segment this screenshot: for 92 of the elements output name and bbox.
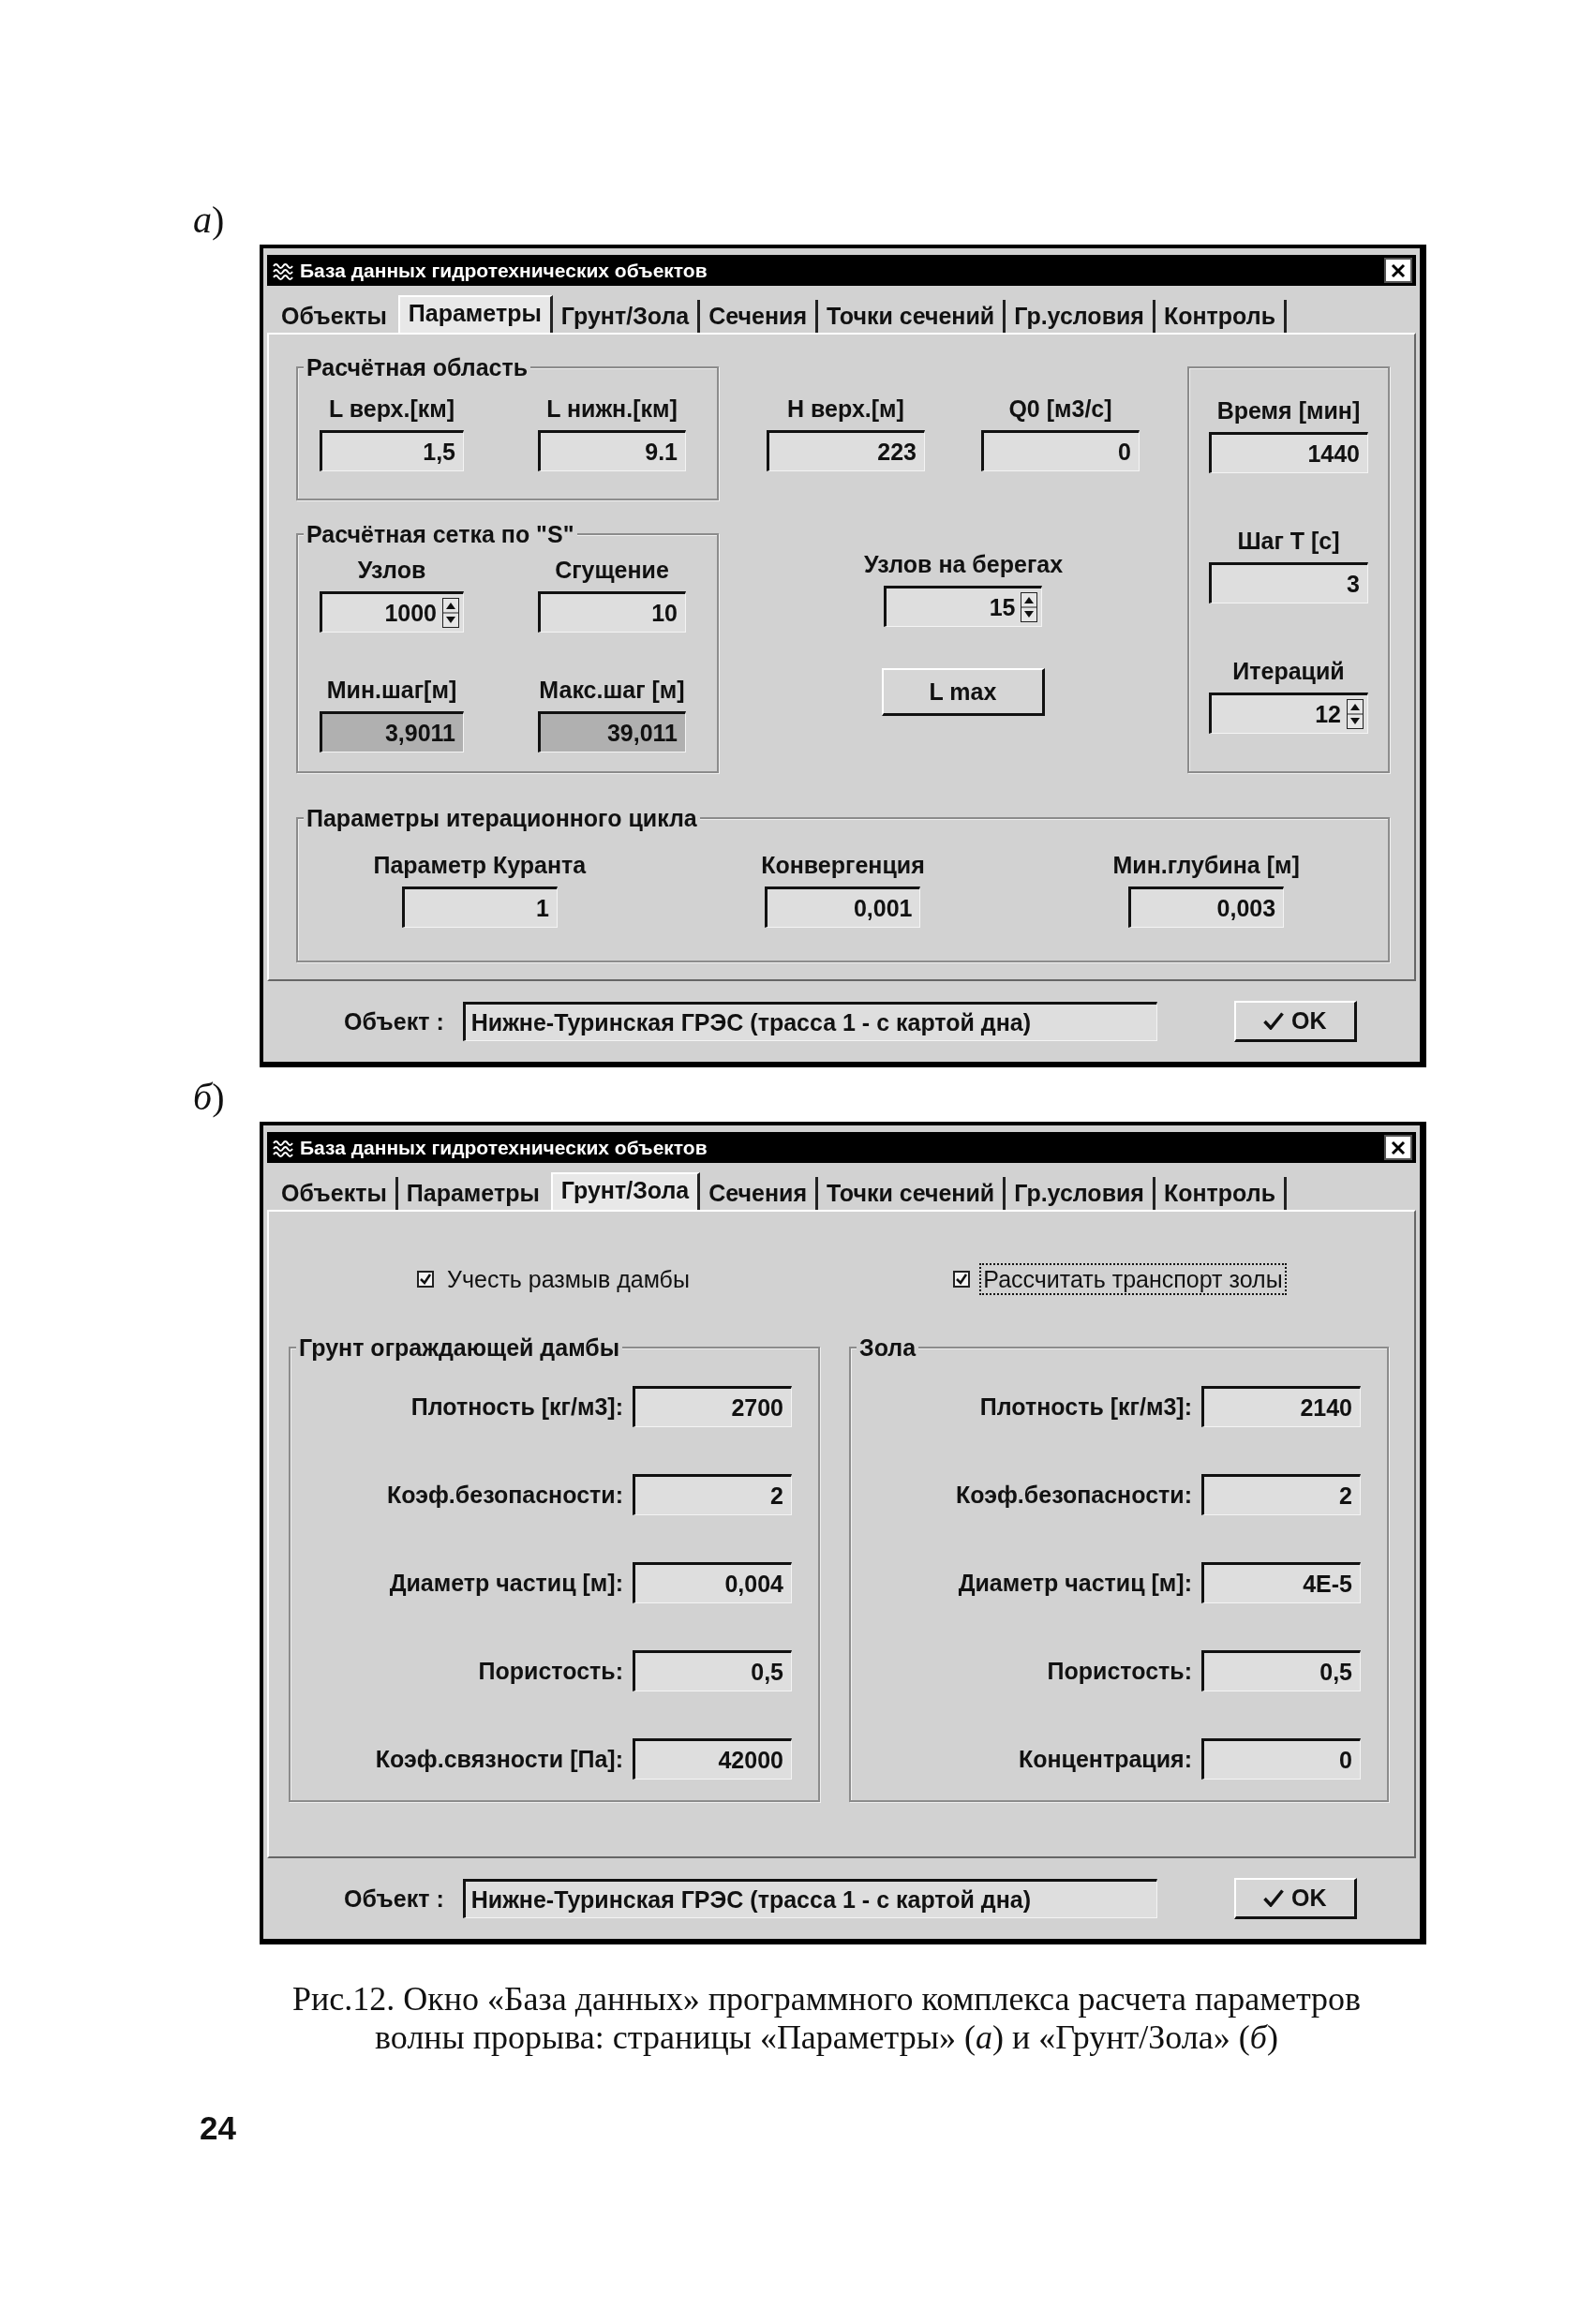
input-field[interactable]: 0,5 xyxy=(633,1650,792,1691)
close-button[interactable] xyxy=(1384,1135,1412,1160)
input-field[interactable]: 223 xyxy=(767,430,925,471)
field-label: Макс.шаг [м] xyxy=(539,676,685,704)
checkbox-label[interactable]: Учесть размыв дамбы xyxy=(445,1265,692,1293)
tab[interactable]: Грунт/Зола xyxy=(550,1172,701,1210)
field-label: Объект : xyxy=(344,1007,444,1035)
close-icon xyxy=(1391,262,1406,278)
tab[interactable]: Сечения xyxy=(700,1177,819,1210)
input-field[interactable]: 9.1 xyxy=(538,430,686,471)
check-icon xyxy=(1262,1012,1284,1030)
checkbox[interactable] xyxy=(953,1271,971,1288)
field-label: Пористость: xyxy=(478,1657,623,1685)
tab[interactable]: Контроль xyxy=(1155,300,1287,333)
input-field[interactable]: 2 xyxy=(633,1474,792,1515)
close-button[interactable] xyxy=(1384,258,1412,283)
field-label: Коэф.безопасности: xyxy=(386,1481,623,1509)
field-label: Итераций xyxy=(1232,657,1345,685)
tab[interactable]: Гр.условия xyxy=(1006,300,1155,333)
checkbox-label[interactable]: Рассчитать транспорт золы xyxy=(981,1265,1285,1293)
tab[interactable]: Грунт/Зола xyxy=(552,300,701,333)
field-label: Узлов xyxy=(357,556,426,584)
input-field[interactable]: 0,004 xyxy=(633,1562,792,1603)
input-field[interactable]: 4E-5 xyxy=(1201,1562,1361,1603)
input-field[interactable]: 1 xyxy=(401,886,558,928)
input-field[interactable]: 0,5 xyxy=(1201,1650,1361,1691)
figure-label: а) xyxy=(193,200,225,241)
field-label: Плотность [кг/м3]: xyxy=(979,1393,1192,1421)
object-field[interactable]: Нижне-Туринская ГРЭС (трасса 1 - с картой дна) xyxy=(462,1879,1157,1918)
tab[interactable]: Объекты xyxy=(273,300,398,333)
figure-caption: Рис.12. Окно «База данных» программного комплекса расчета параметров волны прорыва: страницы «Параметры» (а) и «Грунт/Зола» (б) xyxy=(291,1980,1363,2057)
field-label: Коэф.безопасности: xyxy=(955,1481,1192,1509)
input-field[interactable]: 0,003 xyxy=(1128,886,1285,928)
spin-field[interactable]: 12 xyxy=(1209,693,1368,734)
tab[interactable]: Точки сечений xyxy=(818,1177,1006,1210)
field-label: Шаг T [с] xyxy=(1237,527,1340,555)
field-label: Плотность [кг/м3]: xyxy=(410,1393,623,1421)
input-field[interactable]: 3,9011 xyxy=(320,711,464,752)
spin-field[interactable]: 1000 xyxy=(320,591,464,633)
window-title: База данных гидротехнических объектов xyxy=(300,1136,708,1159)
ok-button[interactable]: OK xyxy=(1233,1001,1357,1042)
field-label: H верх.[м] xyxy=(787,395,904,423)
tab[interactable]: Гр.условия xyxy=(1006,1177,1155,1210)
tab[interactable]: Параметры xyxy=(397,295,553,333)
spin-arrows-icon[interactable] xyxy=(1021,592,1038,622)
field-label: Q0 [м3/с] xyxy=(1008,395,1112,423)
input-field[interactable]: 3 xyxy=(1209,562,1368,603)
field-label: Диаметр частиц [м]: xyxy=(958,1569,1192,1597)
figure-label: б) xyxy=(193,1077,225,1118)
field-label: Параметр Куранта xyxy=(373,851,587,879)
field-label: Объект : xyxy=(344,1885,444,1913)
l-max-button[interactable]: L max xyxy=(882,668,1045,716)
field-label: Мин.глубина [м] xyxy=(1112,851,1300,879)
input-field[interactable]: 0 xyxy=(1201,1738,1361,1780)
field-label: Пористость: xyxy=(1047,1657,1192,1685)
input-field[interactable]: 1440 xyxy=(1209,432,1368,473)
object-field[interactable]: Нижне-Туринская ГРЭС (трасса 1 - с картой дна) xyxy=(462,1002,1157,1041)
input-field[interactable]: 2 xyxy=(1201,1474,1361,1515)
tab[interactable]: Параметры xyxy=(397,1177,551,1210)
window-title: База данных гидротехнических объектов xyxy=(300,259,708,282)
input-field[interactable]: 0 xyxy=(981,430,1140,471)
field-label: Концентрация: xyxy=(1018,1745,1192,1773)
input-field[interactable]: 39,011 xyxy=(538,711,686,752)
field-label: Конвергенция xyxy=(761,851,925,879)
input-field[interactable]: 0,001 xyxy=(765,886,921,928)
input-field[interactable]: 42000 xyxy=(633,1738,792,1780)
spin-arrows-icon[interactable] xyxy=(442,598,459,628)
page-number: 24 xyxy=(200,2109,236,2147)
tab[interactable]: Точки сечений xyxy=(818,300,1006,333)
tab[interactable]: Объекты xyxy=(273,1177,398,1210)
ok-button[interactable]: OK xyxy=(1233,1878,1357,1919)
checkbox[interactable] xyxy=(417,1271,435,1288)
spin-field[interactable]: 15 xyxy=(884,586,1043,627)
input-field[interactable]: 10 xyxy=(538,591,686,633)
field-label: L нижн.[км] xyxy=(546,395,678,423)
close-icon xyxy=(1391,1140,1406,1155)
waves-icon xyxy=(273,261,293,280)
field-label: Диаметр частиц [м]: xyxy=(389,1569,623,1597)
input-field[interactable]: 2140 xyxy=(1201,1386,1361,1427)
tab[interactable]: Контроль xyxy=(1155,1177,1287,1210)
field-label: Мин.шаг[м] xyxy=(326,676,457,704)
field-label: Время [мин] xyxy=(1216,396,1361,425)
field-label: L верх.[км] xyxy=(328,395,455,423)
field-label: Узлов на берегах xyxy=(863,550,1064,578)
field-label: Коэф.связности [Па]: xyxy=(375,1745,623,1773)
check-icon xyxy=(1262,1889,1284,1907)
field-label: Сгущение xyxy=(555,556,669,584)
spin-arrows-icon[interactable] xyxy=(1347,699,1364,729)
waves-icon xyxy=(273,1138,293,1157)
input-field[interactable]: 1,5 xyxy=(320,430,464,471)
tab[interactable]: Сечения xyxy=(700,300,819,333)
input-field[interactable]: 2700 xyxy=(633,1386,792,1427)
